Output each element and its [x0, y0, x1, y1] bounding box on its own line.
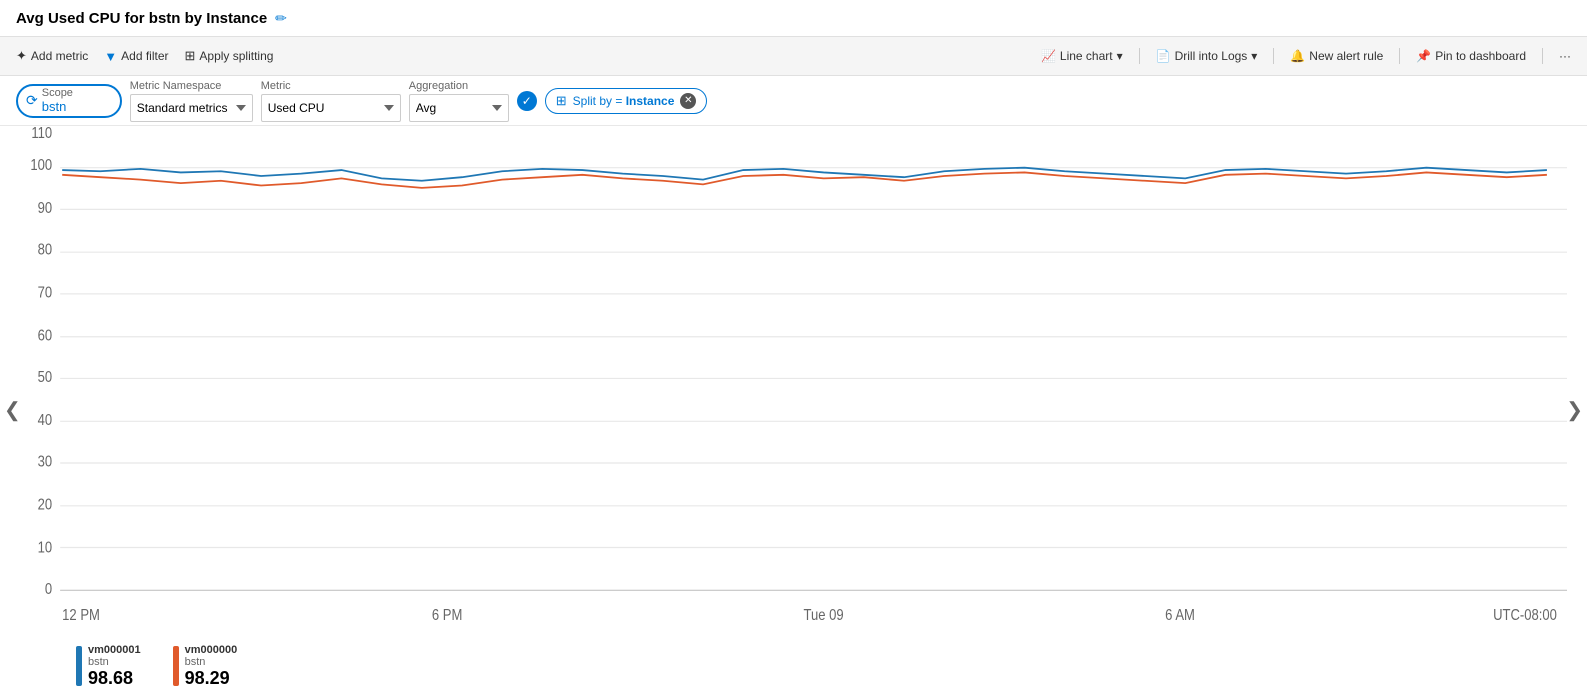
- chart-container: ❮ ❯: [0, 126, 1587, 693]
- legend-text-2: vm000000 bstn 98.29: [185, 644, 238, 689]
- split-pill[interactable]: ⊞ Split by = Instance ✕: [545, 88, 708, 114]
- svg-text:50: 50: [38, 369, 53, 386]
- new-alert-rule-button[interactable]: 🔔 New alert rule: [1290, 49, 1383, 63]
- svg-text:100: 100: [30, 157, 52, 174]
- add-filter-label: Add filter: [121, 49, 168, 63]
- edit-icon[interactable]: ✏: [275, 10, 287, 27]
- svg-text:60: 60: [38, 327, 53, 344]
- svg-text:70: 70: [38, 284, 53, 301]
- svg-text:110: 110: [31, 126, 52, 142]
- legend-color-bar-2: [173, 646, 179, 686]
- alert-icon: 🔔: [1290, 49, 1305, 63]
- svg-text:30: 30: [38, 454, 53, 471]
- legend-value-2: 98.29: [185, 668, 238, 689]
- line-chart-chevron: ▾: [1117, 49, 1123, 63]
- more-options-button[interactable]: ···: [1559, 49, 1571, 63]
- page-title: Avg Used CPU for bstn by Instance: [16, 10, 267, 27]
- scope-icon: ⟳: [26, 92, 38, 109]
- aggregation-select[interactable]: Avg: [409, 94, 509, 122]
- svg-text:Tue 09: Tue 09: [804, 607, 844, 624]
- legend-scope-2: bstn: [185, 656, 238, 668]
- svg-text:6 PM: 6 PM: [432, 607, 462, 624]
- split-icon: ⊞: [556, 93, 567, 109]
- chart-legend: vm000001 bstn 98.68 vm000000 bstn 98.29: [20, 638, 1567, 693]
- chart-plot: 0 10 20 30 40 50 60 70 80 90 100 110 12 …: [20, 126, 1567, 638]
- apply-splitting-button[interactable]: ⊞ Apply splitting: [185, 48, 274, 64]
- chevron-left-icon: ❮: [4, 399, 21, 421]
- filter-icon: ▼: [104, 49, 117, 64]
- chart-nav-right-button[interactable]: ❯: [1562, 393, 1587, 426]
- svg-text:UTC-08:00: UTC-08:00: [1493, 607, 1557, 624]
- legend-value-1: 98.68: [88, 668, 141, 689]
- scope-group: ⟳ Scope: [16, 84, 122, 118]
- logs-chevron: ▾: [1251, 49, 1257, 63]
- add-metric-label: Add metric: [31, 49, 88, 63]
- legend-scope-1: bstn: [88, 656, 141, 668]
- svg-text:90: 90: [38, 200, 53, 217]
- drill-into-logs-label: Drill into Logs: [1175, 49, 1248, 63]
- scope-label: Scope: [42, 87, 112, 99]
- split-remove-button[interactable]: ✕: [680, 93, 696, 109]
- metric-label: Metric: [261, 80, 401, 92]
- separator-1: [1139, 48, 1140, 64]
- metric-row: ⟳ Scope Metric Namespace Standard metric…: [0, 76, 1587, 126]
- svg-text:10: 10: [38, 539, 53, 556]
- check-icon: ✓: [522, 94, 532, 108]
- title-bar: Avg Used CPU for bstn by Instance ✏: [0, 0, 1587, 36]
- legend-vm-1: vm000001: [88, 644, 141, 656]
- svg-text:40: 40: [38, 412, 53, 429]
- chart-svg: 0 10 20 30 40 50 60 70 80 90 100 110 12 …: [20, 126, 1567, 638]
- legend-item-1: vm000001 bstn 98.68: [76, 644, 141, 689]
- svg-text:80: 80: [38, 242, 53, 259]
- svg-text:12 PM: 12 PM: [62, 607, 100, 624]
- legend-item-2: vm000000 bstn 98.29: [173, 644, 238, 689]
- svg-text:0: 0: [45, 581, 52, 598]
- toolbar-right: 📈 Line chart ▾ 📄 Drill into Logs ▾ 🔔 New…: [1041, 48, 1571, 64]
- metric-namespace-select[interactable]: Standard metrics: [130, 94, 253, 122]
- aggregation-label: Aggregation: [409, 80, 509, 92]
- legend-vm-2: vm000000: [185, 644, 238, 656]
- line-chart-icon: 📈: [1041, 49, 1056, 63]
- chart-inner: 0 10 20 30 40 50 60 70 80 90 100 110 12 …: [20, 126, 1567, 693]
- line-chart-label: Line chart: [1060, 49, 1113, 63]
- pin-to-dashboard-button[interactable]: 📌 Pin to dashboard: [1416, 49, 1526, 63]
- add-filter-button[interactable]: ▼ Add filter: [104, 49, 168, 64]
- logs-icon: 📄: [1156, 49, 1171, 63]
- apply-splitting-label: Apply splitting: [199, 49, 273, 63]
- scope-field: Scope: [42, 87, 112, 114]
- chevron-right-icon: ❯: [1566, 399, 1583, 421]
- svg-text:6 AM: 6 AM: [1165, 607, 1195, 624]
- legend-text-1: vm000001 bstn 98.68: [88, 644, 141, 689]
- add-metric-button[interactable]: ✦ Add metric: [16, 48, 88, 64]
- legend-color-bar-1: [76, 646, 82, 686]
- scope-input[interactable]: [42, 99, 112, 114]
- pin-to-dashboard-label: Pin to dashboard: [1435, 49, 1526, 63]
- splitting-icon: ⊞: [185, 48, 196, 64]
- metric-namespace-label: Metric Namespace: [130, 80, 253, 92]
- add-metric-icon: ✦: [16, 48, 27, 64]
- split-label: Split by = Instance: [573, 94, 675, 108]
- separator-3: [1399, 48, 1400, 64]
- chart-nav-left-button[interactable]: ❮: [0, 393, 25, 426]
- new-alert-rule-label: New alert rule: [1309, 49, 1383, 63]
- separator-2: [1273, 48, 1274, 64]
- pin-icon: 📌: [1416, 49, 1431, 63]
- aggregation-field: Aggregation Avg: [409, 80, 509, 122]
- drill-into-logs-button[interactable]: 📄 Drill into Logs ▾: [1156, 49, 1258, 63]
- line-chart-button[interactable]: 📈 Line chart ▾: [1041, 49, 1123, 63]
- metric-namespace-field: Metric Namespace Standard metrics: [130, 80, 253, 122]
- svg-text:20: 20: [38, 496, 53, 513]
- confirm-button[interactable]: ✓: [517, 91, 537, 111]
- metric-select[interactable]: Used CPU: [261, 94, 401, 122]
- toolbar: ✦ Add metric ▼ Add filter ⊞ Apply splitt…: [0, 36, 1587, 76]
- separator-4: [1542, 48, 1543, 64]
- metric-field: Metric Used CPU: [261, 80, 401, 122]
- more-icon: ···: [1559, 49, 1571, 63]
